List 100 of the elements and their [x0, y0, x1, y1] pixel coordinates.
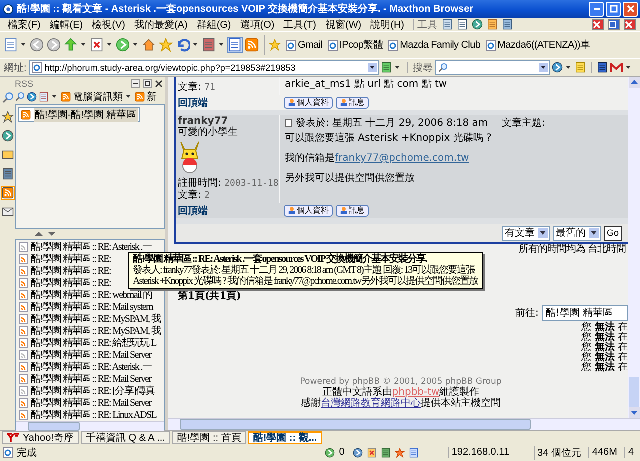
globe-icon[interactable] [352, 448, 363, 458]
dropdown-icon[interactable] [538, 63, 548, 72]
menu-item[interactable]: 選項(O) [236, 18, 279, 32]
star-icon[interactable] [269, 39, 281, 51]
star-icon[interactable] [159, 38, 173, 52]
feed-entry[interactable]: 酷!學園 精華區 :: RE: MySPAM, 我 [16, 313, 164, 325]
browser-tab[interactable]: 千禧資訊 Q & A ... [80, 431, 170, 444]
post-action-button[interactable]: 訊息 [336, 204, 369, 216]
author-name[interactable]: franky77 [178, 116, 277, 127]
caret-icon[interactable] [126, 95, 131, 99]
feed-entry[interactable]: 酷!學園 精華區 :: RE: Mail Server [16, 397, 164, 409]
notepad-icon[interactable] [2, 168, 14, 180]
menu-item[interactable]: 工具(T) [280, 18, 320, 32]
feed-item[interactable]: 酷!學園-酷!學園 精華區 [18, 107, 140, 122]
scroll-down-icon[interactable] [628, 407, 640, 418]
up-arrow-icon[interactable] [35, 231, 43, 237]
search-icon[interactable] [2, 92, 14, 104]
feed-entry[interactable]: 酷!學園 精華區 :: RE: MySPAM, 我 [16, 325, 164, 337]
list-view-icon[interactable] [228, 38, 242, 52]
menu-item[interactable]: 群組(G) [192, 18, 236, 32]
refresh-icon[interactable] [27, 92, 37, 102]
globe-icon[interactable] [2, 130, 14, 142]
menu-item[interactable]: 視窗(W) [322, 18, 366, 32]
menu-item[interactable]: 檢視(V) [88, 18, 130, 32]
browser-tab[interactable]: 酷!學園 :: 觀... [248, 431, 322, 444]
stop-icon[interactable] [366, 448, 377, 458]
star-icon[interactable] [394, 448, 405, 458]
caret-icon[interactable] [21, 43, 26, 47]
star-icon[interactable] [2, 111, 14, 123]
horizontal-scrollbar[interactable] [16, 421, 164, 431]
mail-icon[interactable] [610, 62, 623, 72]
feed-entry[interactable]: 酷!學園 精華區 :: RE: Linux ADSL [16, 409, 164, 421]
folder-icon[interactable] [2, 149, 14, 161]
menu-item[interactable]: 我的最愛(A) [130, 18, 192, 32]
close-tab-button[interactable] [592, 19, 604, 30]
bookmark-link[interactable]: Mazda Family Club [388, 40, 481, 50]
search-field[interactable] [434, 60, 550, 75]
rss-icon[interactable] [245, 38, 259, 52]
post-action-button[interactable]: 個人資料 [284, 204, 333, 216]
caret-icon[interactable] [626, 66, 631, 70]
caret-icon[interactable] [133, 43, 138, 47]
host-link[interactable]: 台灣網路教育網路中心 [321, 398, 421, 409]
rss-icon[interactable] [135, 92, 145, 102]
bookmark-link[interactable]: Mazda6((ATENZA))車 [486, 38, 590, 52]
feed-entry[interactable]: 酷!學園 精華區 :: RE: 給想玩玩 L [16, 337, 164, 349]
forward-icon[interactable] [47, 38, 61, 52]
feed-group-label[interactable]: 新 [147, 90, 157, 104]
caret-icon[interactable] [394, 66, 400, 70]
dropdown-icon[interactable] [368, 63, 377, 72]
address-field[interactable]: http://phorum.study-area.org/viewtopic.php?p=219853#219853 [28, 60, 379, 75]
globe-icon[interactable] [472, 19, 482, 30]
back-icon[interactable] [30, 38, 44, 52]
go-button[interactable]: Go [604, 226, 622, 240]
menu-item[interactable]: 編輯(E) [46, 18, 88, 32]
mail-icon[interactable] [2, 206, 14, 218]
forum-select[interactable]: 酷!學園 精華區 [542, 305, 628, 321]
menu-item[interactable]: 說明(H) [366, 18, 408, 32]
pin-button[interactable] [131, 79, 140, 88]
bookmark-link[interactable]: Gmail [286, 40, 323, 50]
notepad-icon[interactable] [442, 19, 452, 30]
search-icon[interactable] [15, 92, 25, 102]
float-button[interactable] [143, 79, 152, 88]
restore-button[interactable] [608, 19, 620, 30]
post-action-button[interactable]: 訊息 [336, 96, 369, 108]
sort-select[interactable]: 有文章 [502, 226, 550, 240]
feed-entry[interactable]: 酷!學園 精華區 :: RE: Asterisk .一 [16, 361, 164, 373]
caret-icon[interactable] [219, 43, 224, 47]
undo-icon[interactable] [176, 38, 190, 52]
close-icon[interactable] [155, 80, 163, 88]
notepad-icon[interactable] [39, 92, 49, 102]
feed-group-label[interactable]: 電腦資訊類 [73, 90, 123, 104]
rss-icon[interactable] [21, 110, 31, 120]
maximize-button[interactable] [606, 2, 621, 16]
feed-entry[interactable]: 酷!學園 精華區 :: RE: Mail Server [16, 349, 164, 361]
browser-tab[interactable]: Yahoo!奇摩 [2, 431, 79, 444]
stop-icon[interactable] [90, 38, 104, 52]
feed-entry[interactable]: 酷!學園 精華區 :: RE: Mail system [16, 301, 164, 313]
back-to-top-link[interactable]: 回頂端 [176, 204, 284, 218]
feed-entry[interactable]: 酷!學園 精華區 :: RE: Mail Server [16, 373, 164, 385]
scroll-up-icon[interactable] [628, 77, 640, 88]
globe-icon[interactable] [552, 62, 563, 73]
close-button[interactable] [623, 2, 638, 16]
browser-tab[interactable]: 酷!學園 :: 首頁 [172, 431, 246, 444]
sort-select[interactable]: 最舊的 [552, 226, 601, 240]
caret-icon[interactable] [52, 95, 57, 99]
back-to-top-link[interactable]: 回頂端 [176, 96, 284, 110]
post-action-button[interactable]: 個人資料 [284, 96, 333, 108]
rss-icon[interactable] [2, 187, 14, 199]
scroll-thumb[interactable] [28, 422, 80, 431]
feed-entry[interactable]: 酷!學園 精華區 :: RE: [分享]傳真 [16, 385, 164, 397]
vertical-scrollbar[interactable] [628, 77, 640, 418]
bookmark-link[interactable]: IPcop繁體 [328, 38, 384, 52]
menu-item[interactable]: 檔案(F) [4, 18, 45, 32]
scroll-thumb[interactable] [180, 419, 532, 430]
feed-entry[interactable]: 酷!學園 精華區 :: RE: Asterisk .一 [16, 241, 164, 253]
caret-icon[interactable] [566, 66, 571, 70]
email-link[interactable]: franky77@pchome.com.tw [335, 153, 470, 164]
minimize-button[interactable] [589, 2, 604, 16]
close-all-button[interactable] [624, 19, 636, 30]
home-icon[interactable] [142, 38, 156, 52]
